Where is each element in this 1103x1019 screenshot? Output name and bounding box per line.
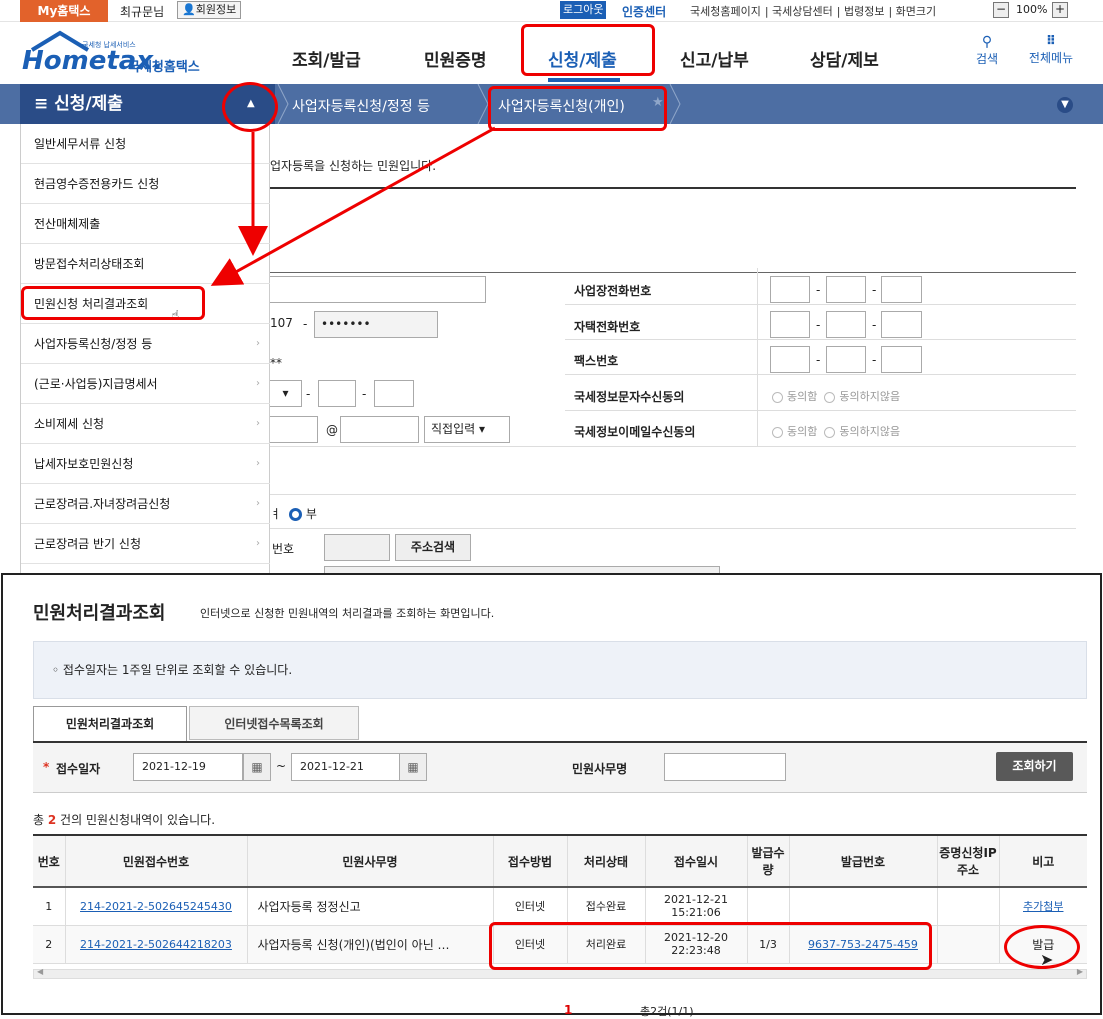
arrow-diagonal — [210, 126, 496, 286]
annotation-arrows — [210, 126, 496, 286]
